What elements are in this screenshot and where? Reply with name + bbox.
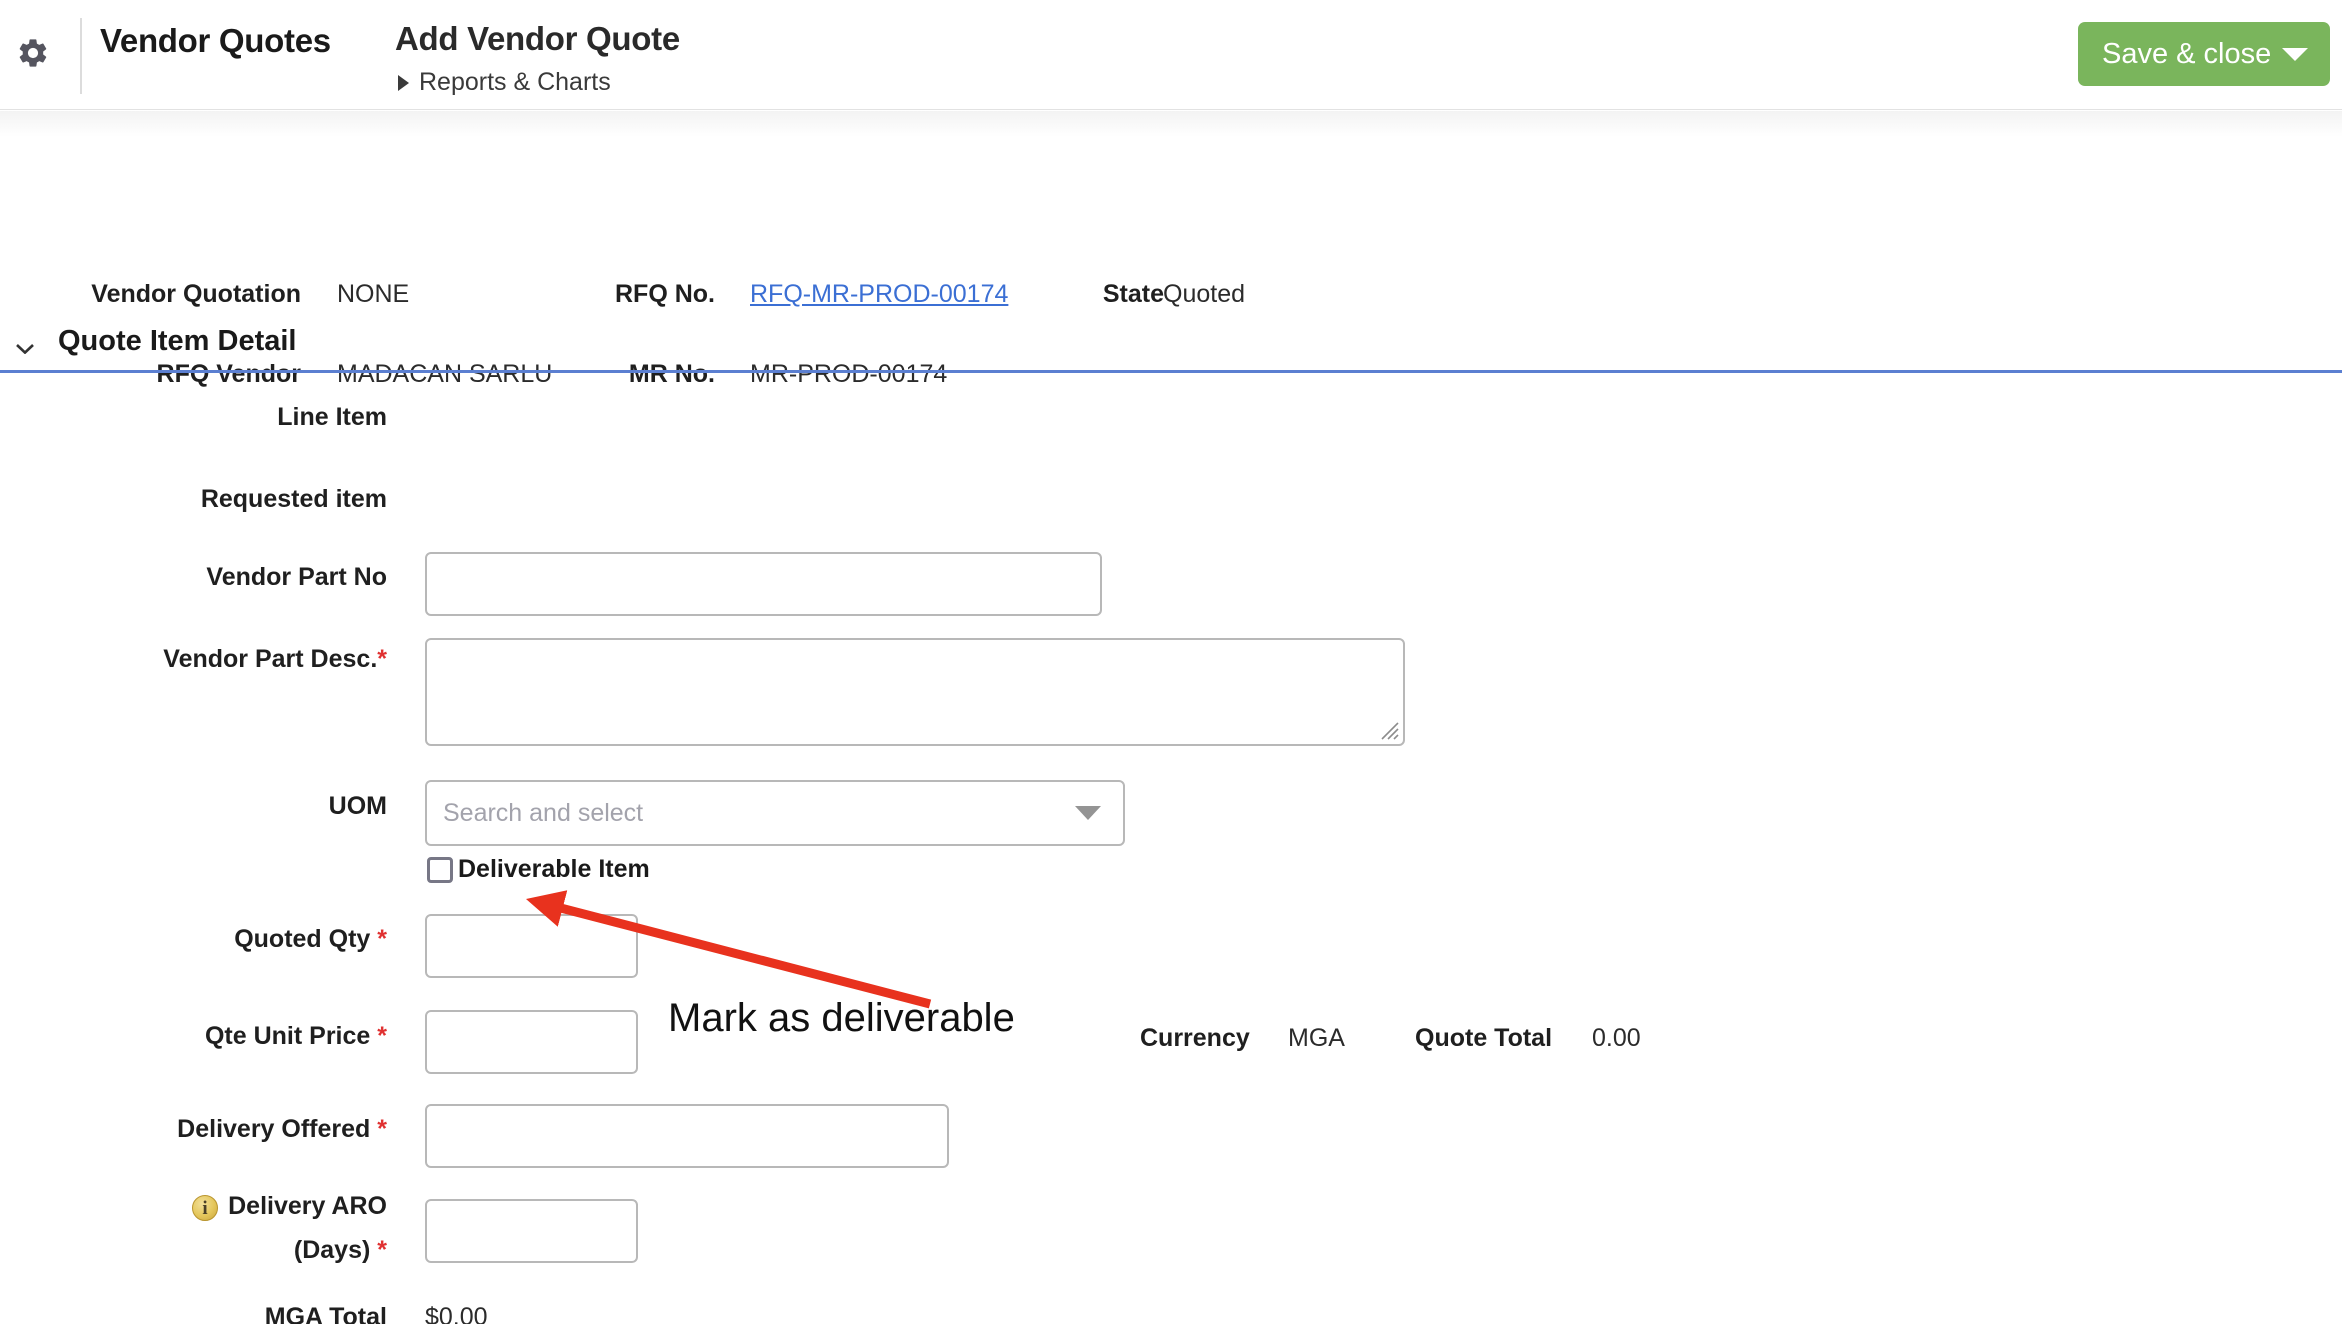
delivery-offered-label-text: Delivery Offered <box>177 1115 370 1143</box>
deliverable-item-label[interactable]: Deliverable Item <box>458 855 650 884</box>
delivery-aro-label-line2: (Days) * <box>0 1236 387 1265</box>
required-asterisk: * <box>377 1115 387 1143</box>
vendor-quotation-value: NONE <box>337 280 409 309</box>
app-root: Vendor Quotes Add Vendor Quote Reports &… <box>0 0 2342 1324</box>
caret-right-icon <box>398 75 409 91</box>
required-asterisk: * <box>377 645 387 673</box>
save-and-close-button[interactable]: Save & close <box>2078 22 2330 86</box>
state-label: State <box>1004 280 1164 309</box>
settings-gear-button[interactable] <box>10 32 56 78</box>
gear-icon <box>16 36 50 75</box>
required-asterisk: * <box>377 1022 387 1050</box>
delivery-offered-input[interactable] <box>425 1104 949 1168</box>
uom-select[interactable]: Search and select <box>425 780 1125 846</box>
uom-label: UOM <box>0 792 387 821</box>
record-summary-strip: Vendor Quotation NONE RFQ No. RFQ-MR-PRO… <box>0 111 2342 323</box>
deliverable-item-checkbox[interactable] <box>427 857 453 883</box>
mga-total-value: $0.00 <box>425 1303 488 1324</box>
vendor-part-desc-textarea[interactable] <box>425 638 1405 746</box>
qte-unit-price-label: Qte Unit Price * <box>0 1022 387 1051</box>
chevron-down-icon[interactable] <box>1075 806 1101 820</box>
quoted-qty-label-text: Quoted Qty <box>234 925 370 953</box>
app-title: Vendor Quotes <box>100 22 331 60</box>
resize-handle-icon[interactable] <box>1378 719 1400 741</box>
rfq-no-link[interactable]: RFQ-MR-PROD-00174 <box>750 280 1008 309</box>
vendor-part-desc-label: Vendor Part Desc.* <box>0 645 387 674</box>
mga-total-row: MGA Total $0.00 <box>0 1303 900 1324</box>
delivery-aro-label-text: Delivery ARO <box>227 1192 387 1221</box>
chevron-down-icon[interactable] <box>2282 48 2308 61</box>
quoted-qty-label: Quoted Qty * <box>0 925 387 954</box>
delivery-aro-days-text: (Days) <box>294 1236 370 1264</box>
delivery-aro-input[interactable] <box>425 1199 638 1263</box>
page-title: Add Vendor Quote <box>395 20 680 58</box>
currency-value: MGA <box>1288 1024 1345 1053</box>
mga-total-label: MGA Total <box>0 1303 387 1324</box>
reports-and-charts-label: Reports & Charts <box>419 68 611 97</box>
chevron-down-icon[interactable] <box>16 341 34 351</box>
quoted-qty-input[interactable] <box>425 914 638 978</box>
qte-unit-price-input[interactable] <box>425 1010 638 1074</box>
currency-label: Currency <box>1140 1024 1270 1053</box>
required-asterisk: * <box>377 1236 387 1264</box>
uom-placeholder: Search and select <box>443 799 643 828</box>
vendor-part-desc-label-text: Vendor Part Desc. <box>163 645 377 673</box>
delivery-aro-label-line1: Delivery ARO <box>0 1192 387 1221</box>
save-and-close-label: Save & close <box>2102 38 2271 71</box>
qte-unit-price-label-text: Qte Unit Price <box>205 1022 370 1050</box>
section-title: Quote Item Detail <box>58 325 297 358</box>
header-divider <box>80 18 82 94</box>
delivery-offered-label: Delivery Offered * <box>0 1115 387 1144</box>
requested-item-label: Requested item <box>0 485 387 514</box>
quote-item-detail-section-header[interactable]: Quote Item Detail <box>0 325 2342 373</box>
quote-total-label: Quote Total <box>1415 1024 1575 1053</box>
annotation-text: Mark as deliverable <box>668 996 1015 1041</box>
vendor-part-no-label: Vendor Part No <box>0 563 387 592</box>
required-asterisk: * <box>377 925 387 953</box>
rfq-no-label: RFQ No. <box>470 280 715 309</box>
line-item-label: Line Item <box>0 403 387 432</box>
vendor-part-no-input[interactable] <box>425 552 1102 616</box>
reports-and-charts-link[interactable]: Reports & Charts <box>398 68 611 97</box>
state-value: Quoted <box>1163 280 1245 309</box>
quote-total-value: 0.00 <box>1592 1024 1641 1053</box>
top-bar: Vendor Quotes Add Vendor Quote Reports &… <box>0 0 2342 110</box>
vendor-quotation-label: Vendor Quotation <box>0 280 301 309</box>
